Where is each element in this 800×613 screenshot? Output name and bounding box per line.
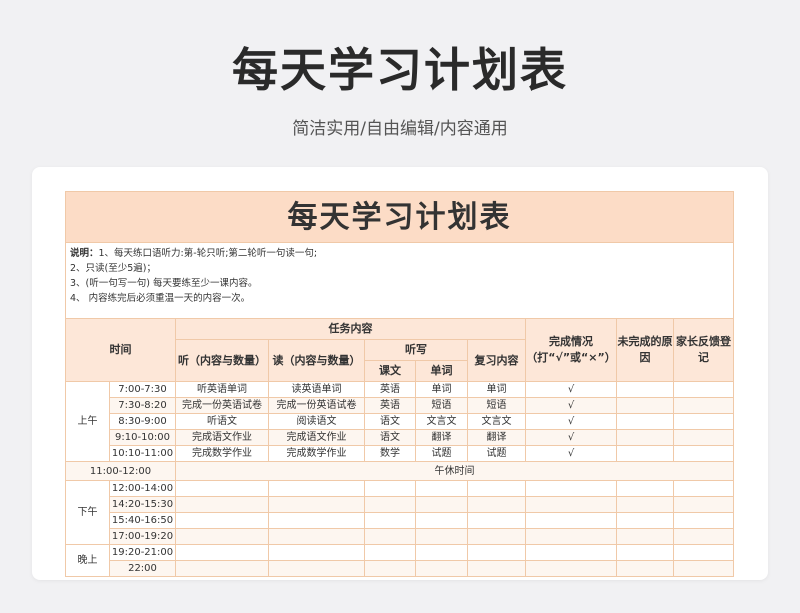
header-read: 读（内容与数量） bbox=[268, 339, 365, 382]
noon-time: 11:00-12:00 bbox=[65, 461, 176, 481]
notes-line-3: 3、(听一句写一句) 每天要练至少一课内容。 bbox=[70, 278, 258, 289]
table-row: 晚上 19:20-21:00 bbox=[65, 544, 734, 577]
section-evening: 晚上 bbox=[65, 544, 110, 577]
table-row: 8:30-9:00 听语文 阅读语文 语文 文言文 文言文 √ bbox=[66, 413, 734, 430]
header-tasks: 任务内容 bbox=[175, 318, 526, 340]
table-row: 14:20-15:30 bbox=[66, 496, 734, 513]
study-plan-table: 每天学习计划表 说明：1、每天练口语听力:第-轮只听;第二轮听一句读一句; 2、… bbox=[65, 191, 734, 577]
preview-card: 每天学习计划表 说明：1、每天练口语听力:第-轮只听;第二轮听一句读一句; 2、… bbox=[32, 167, 768, 580]
header-time: 时间 bbox=[65, 318, 176, 382]
section-afternoon: 下午 bbox=[65, 480, 110, 545]
table-row: 22:00 bbox=[66, 560, 734, 577]
table-row: 15:40-16:50 bbox=[66, 512, 734, 529]
header-parent: 家长反馈登记 bbox=[673, 318, 734, 382]
table-row: 上午 7:00-7:30 听英语单词 读英语单词 英语 单词 单词 √ bbox=[65, 381, 734, 462]
notes-line-2: 2、只读(至少5遍)； bbox=[70, 263, 157, 274]
header-dictation: 听写 bbox=[364, 339, 468, 361]
page-title: 每天学习计划表 bbox=[232, 43, 568, 97]
section-morning: 上午 bbox=[65, 381, 110, 462]
notes-line-4: 4、 内容练完后必须重温一天的内容一次。 bbox=[70, 293, 251, 304]
table-row: 17:00-19:20 bbox=[66, 528, 734, 545]
page-subtitle: 简洁实用/自由编辑/内容通用 bbox=[292, 119, 508, 139]
header-completion: 完成情况（打“√”或“×”） bbox=[525, 318, 617, 382]
study-plan-sheet: 每天学习计划表 说明：1、每天练口语听力:第-轮只听;第二轮听一句读一句; 2、… bbox=[65, 191, 734, 577]
table-row: 下午 12:00-14:00 bbox=[65, 480, 734, 545]
header-listen: 听（内容与数量） bbox=[175, 339, 269, 382]
header-review: 复习内容 bbox=[467, 339, 526, 382]
noon-label: 午休时间 bbox=[175, 461, 734, 481]
sheet-title: 每天学习计划表 bbox=[65, 191, 734, 243]
header-reason: 未完成的原因 bbox=[616, 318, 674, 382]
table-row: 10:10-11:00 完成数学作业 完成数学作业 数学 试题 试题 √ bbox=[66, 445, 734, 462]
table-row-noon: 11:00-12:00 午休时间 bbox=[65, 461, 734, 481]
table-row: 9:10-10:00 完成语文作业 完成语文作业 语文 翻译 翻译 √ bbox=[66, 429, 734, 446]
header-text: 课文 bbox=[364, 360, 416, 382]
notes-block: 说明：1、每天练口语听力:第-轮只听;第二轮听一句读一句; 2、只读(至少5遍)… bbox=[65, 242, 734, 319]
notes-label: 说明： bbox=[70, 248, 99, 259]
header-words: 单词 bbox=[415, 360, 468, 382]
table-row: 7:30-8:20 完成一份英语试卷 完成一份英语试卷 英语 短语 短语 √ bbox=[66, 397, 734, 414]
notes-line-1: 说明：1、每天练口语听力:第-轮只听;第二轮听一句读一句; bbox=[70, 248, 318, 259]
